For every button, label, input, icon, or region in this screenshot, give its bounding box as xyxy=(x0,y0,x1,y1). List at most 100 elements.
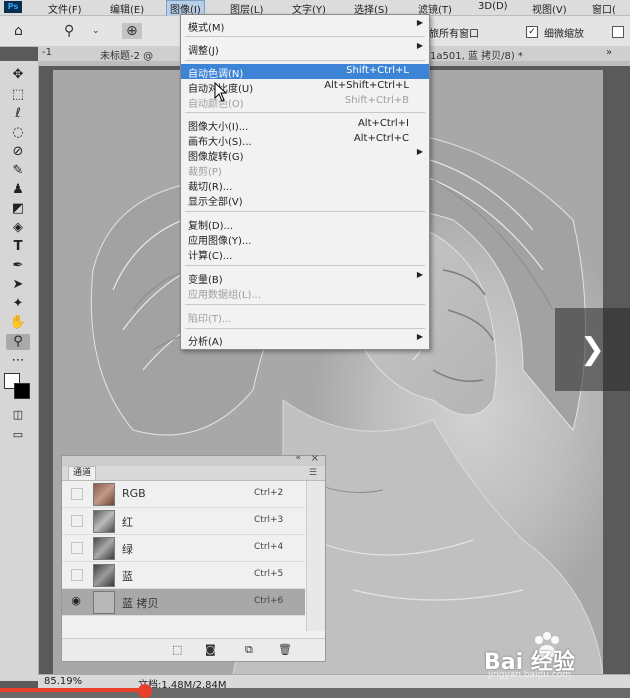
paint-bucket-tool-icon[interactable]: ◈ xyxy=(6,220,30,236)
channel-row-blue-copy[interactable]: ◉ 蓝 拷贝 Ctrl+6 xyxy=(62,589,305,616)
resize-all-windows-label: 旅所有窗口 xyxy=(429,29,479,40)
panel-header: « × xyxy=(62,453,325,466)
menu-item-variables[interactable]: 变量(B) ▶ xyxy=(181,270,429,286)
home-icon[interactable]: ⌂ xyxy=(14,23,23,39)
visibility-toggle[interactable] xyxy=(71,569,83,581)
quick-mask-icon[interactable]: ◫ xyxy=(6,407,30,423)
menu-item-crop[interactable]: 裁剪(P) xyxy=(181,162,429,178)
channel-shortcut: Ctrl+2 xyxy=(254,488,284,498)
menu-separator xyxy=(185,211,425,212)
menu-3d[interactable]: 3D(D) xyxy=(478,1,508,12)
channel-row-blue[interactable]: 蓝 Ctrl+5 xyxy=(62,562,305,589)
collapse-panel-icon[interactable]: « xyxy=(295,453,301,463)
trash-icon[interactable]: 🗑 xyxy=(278,643,292,656)
brush-tool-icon[interactable]: ✎ xyxy=(6,163,30,179)
menu-item-adjustments[interactable]: 调整(J) ▶ xyxy=(181,41,429,57)
eye-icon[interactable]: ◉ xyxy=(71,595,81,606)
menu-item-mode[interactable]: 模式(M) ▶ xyxy=(181,18,429,34)
chevron-down-icon[interactable]: ⌄ xyxy=(92,26,100,36)
panel-scrollbar[interactable] xyxy=(306,481,325,631)
menu-separator xyxy=(185,112,425,113)
menu-item-image-rotation[interactable]: 图像旋转(G) ▶ xyxy=(181,147,429,163)
menu-item-reveal-all[interactable]: 显示全部(V) xyxy=(181,192,429,208)
menu-item-apply-image[interactable]: 应用图像(Y)... xyxy=(181,231,429,247)
channel-thumbnail xyxy=(93,510,115,533)
zoom-tool-icon[interactable]: ⚲ xyxy=(6,334,30,350)
path-select-tool-icon[interactable]: ➤ xyxy=(6,277,30,293)
tabs-overflow-icon[interactable]: » xyxy=(606,47,612,58)
zoom-tool-icon[interactable]: ⚲ xyxy=(64,23,74,39)
eraser-tool-icon[interactable]: ◩ xyxy=(6,201,30,217)
menu-view[interactable]: 视图(V) xyxy=(532,1,567,16)
type-tool-icon[interactable]: T xyxy=(6,239,30,255)
submenu-arrow-icon: ▶ xyxy=(416,270,423,279)
video-progress-handle[interactable] xyxy=(137,684,152,698)
visibility-toggle[interactable] xyxy=(71,542,83,554)
quick-select-tool-icon[interactable]: ◌ xyxy=(6,125,30,141)
load-selection-icon[interactable]: ⬚ xyxy=(172,643,182,656)
panel-menu-icon[interactable]: ☰ xyxy=(309,468,317,478)
channel-row-green[interactable]: 绿 Ctrl+4 xyxy=(62,535,305,562)
channel-name: 红 xyxy=(122,516,133,529)
tab-untitled-2[interactable]: 未标题-2 @ xyxy=(100,47,153,62)
menu-separator xyxy=(185,328,425,329)
menu-item-auto-tone[interactable]: 自动色调(N) Shift+Ctrl+L xyxy=(181,64,429,80)
menu-item-duplicate[interactable]: 复制(D)... xyxy=(181,216,429,232)
stamp-tool-icon[interactable]: ♟ xyxy=(6,182,30,198)
channel-name: 绿 xyxy=(122,543,133,556)
menu-item-apply-data-set[interactable]: 应用数据组(L)... xyxy=(181,285,429,301)
close-panel-icon[interactable]: × xyxy=(311,453,319,464)
menu-separator xyxy=(185,265,425,266)
panel-footer: ⬚ ◙ ⧉ 🗑 xyxy=(62,638,325,661)
menu-item-trap[interactable]: 陷印(T)... xyxy=(181,309,429,325)
menu-edit[interactable]: 编辑(E) xyxy=(110,1,144,16)
menu-separator xyxy=(185,60,425,61)
next-slide-button[interactable]: ❯ xyxy=(555,308,630,391)
menu-item-analysis[interactable]: 分析(A) ▶ xyxy=(181,332,429,348)
baidu-watermark: Bai 经验 jingyan.baidu.com xyxy=(478,630,618,680)
tab-document-1[interactable]: -1 xyxy=(42,47,52,58)
more-tools-icon[interactable]: ⋯ xyxy=(6,353,30,369)
marquee-tool-icon[interactable]: ⬚ xyxy=(6,87,30,103)
hand-tool-icon[interactable]: ✋ xyxy=(6,315,30,331)
channel-shortcut: Ctrl+6 xyxy=(254,596,284,606)
visibility-toggle[interactable] xyxy=(71,515,83,527)
new-channel-icon[interactable]: ⧉ xyxy=(245,643,253,657)
menu-item-image-size[interactable]: 图像大小(I)... Alt+Ctrl+I xyxy=(181,117,429,133)
tab-channels[interactable]: 通道 xyxy=(68,466,97,480)
visibility-toggle[interactable] xyxy=(71,488,83,500)
watermark-url: jingyan.baidu.com xyxy=(488,670,572,680)
eyedropper-tool-icon[interactable]: ⊘ xyxy=(6,144,30,160)
channel-row-rgb[interactable]: RGB Ctrl+2 xyxy=(62,481,305,508)
move-tool-icon[interactable]: ✥ xyxy=(6,67,30,83)
menu-item-canvas-size[interactable]: 画布大小(S)... Alt+Ctrl+C xyxy=(181,132,429,148)
scrubby-zoom-checkbox[interactable]: ✓ xyxy=(526,26,538,38)
fit-screen-checkbox[interactable] xyxy=(612,26,624,38)
menu-item-trim[interactable]: 裁切(R)... xyxy=(181,177,429,193)
channel-shortcut: Ctrl+5 xyxy=(254,569,284,579)
zoom-level[interactable]: 85.19% xyxy=(44,676,82,687)
submenu-arrow-icon: ▶ xyxy=(416,41,423,50)
zoom-in-icon[interactable]: ⊕ xyxy=(122,23,142,39)
tab-active-document[interactable]: 1a501, 蓝 拷贝/8) * xyxy=(430,47,523,62)
save-selection-icon[interactable]: ◙ xyxy=(205,643,216,656)
lasso-tool-icon[interactable]: ℓ xyxy=(6,106,30,122)
shape-tool-icon[interactable]: ✦ xyxy=(6,296,30,312)
channel-row-red[interactable]: 红 Ctrl+3 xyxy=(62,508,305,535)
mouse-cursor-icon xyxy=(214,82,228,102)
submenu-arrow-icon: ▶ xyxy=(416,332,423,341)
video-progress-bar[interactable] xyxy=(0,688,145,692)
channel-name: 蓝 拷贝 xyxy=(122,597,159,610)
background-color-swatch[interactable] xyxy=(14,383,30,399)
menu-window[interactable]: 窗口( xyxy=(592,1,616,16)
channel-thumbnail xyxy=(93,483,115,506)
channel-name: RGB xyxy=(122,487,146,500)
menu-item-calculations[interactable]: 计算(C)... xyxy=(181,246,429,262)
tools-panel: ✥ ⬚ ℓ ◌ ⊘ ✎ ♟ ◩ ◈ T ✒ ➤ ✦ ✋ ⚲ ⋯ ◫ ▭ xyxy=(0,61,39,681)
menu-file[interactable]: 文件(F) xyxy=(48,1,82,16)
panel-tab-bar: 通道 ☰ xyxy=(62,466,325,481)
pen-tool-icon[interactable]: ✒ xyxy=(6,258,30,274)
scrubby-zoom-label: 细微缩放 xyxy=(544,29,584,40)
screen-mode-icon[interactable]: ▭ xyxy=(6,427,30,443)
menu-separator xyxy=(185,36,425,37)
